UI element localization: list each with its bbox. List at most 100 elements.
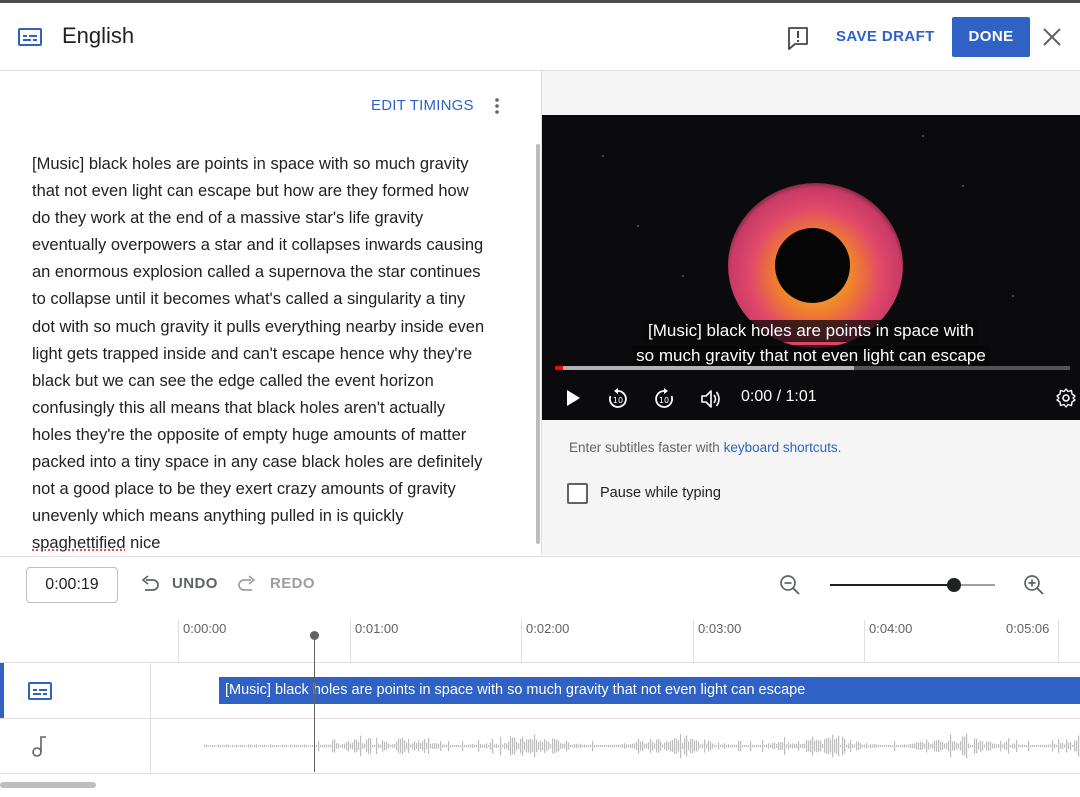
play-icon[interactable]	[562, 387, 584, 414]
waveform-bar	[1042, 744, 1044, 748]
waveform-bar	[842, 736, 844, 756]
preview-pane: [Music] black holes are points in space …	[542, 71, 1080, 555]
feedback-icon[interactable]	[786, 25, 810, 56]
waveform-bar	[390, 744, 392, 748]
waveform-bar	[398, 738, 400, 754]
waveform-bar	[352, 742, 354, 750]
waveform-bar	[764, 744, 766, 748]
waveform-bar	[330, 744, 332, 748]
waveform-bar	[638, 738, 640, 754]
waveform-bar	[242, 744, 244, 748]
waveform-bar	[646, 743, 648, 749]
misspelled-word[interactable]: spaghettified	[32, 534, 126, 552]
transcript-scrollbar[interactable]	[536, 144, 540, 544]
waveform-bar	[624, 743, 626, 749]
waveform-bar	[628, 744, 630, 748]
waveform-bar	[302, 745, 304, 747]
redo-button[interactable]: REDO	[270, 575, 315, 592]
waveform-bar	[758, 744, 760, 748]
music-note-icon	[30, 734, 50, 763]
waveform-bar	[998, 744, 1000, 748]
pause-while-typing-label[interactable]: Pause while typing	[600, 485, 721, 501]
waveform-bar	[240, 744, 242, 748]
edit-timings-button[interactable]: EDIT TIMINGS	[371, 97, 474, 114]
transcript-text-area[interactable]: [Music] black holes are points in space …	[32, 151, 507, 557]
waveform-bar	[914, 743, 916, 749]
timeline-scrollbar[interactable]	[0, 782, 96, 788]
timeline-ruler[interactable]: 0:00:00 0:01:00 0:02:00 0:03:00 0:04:00 0:05:…	[0, 612, 1080, 663]
ruler-tick-label: 0:05:06	[1006, 621, 1050, 636]
video-player[interactable]: [Music] black holes are points in space …	[542, 115, 1080, 420]
waveform-bar	[1012, 743, 1014, 749]
waveform-bar	[726, 744, 728, 748]
save-draft-button[interactable]: SAVE DRAFT	[836, 28, 935, 45]
waveform-bar	[536, 739, 538, 753]
keyboard-shortcuts-link[interactable]: keyboard shortcuts	[724, 440, 838, 455]
waveform-bar	[772, 743, 774, 749]
waveform-bar	[218, 744, 220, 748]
playhead[interactable]	[314, 635, 315, 772]
pause-while-typing-checkbox[interactable]	[567, 483, 588, 504]
waveform-bar	[924, 743, 926, 749]
waveform-bar	[996, 744, 998, 748]
waveform-bar	[652, 741, 654, 751]
waveform-bar	[708, 740, 710, 752]
waveform-bar	[430, 743, 432, 749]
zoom-in-icon[interactable]	[1022, 573, 1046, 602]
zoom-slider[interactable]	[830, 578, 995, 592]
waveform-bar	[620, 744, 622, 748]
video-progress-bar[interactable]	[555, 366, 1070, 370]
waveform-bar	[1056, 744, 1058, 748]
waveform-bar	[554, 738, 556, 754]
waveform-bar	[678, 740, 680, 752]
forward-10-icon[interactable]: 10	[652, 387, 676, 416]
subtitle-track-header[interactable]	[0, 663, 151, 718]
waveform-bar	[944, 743, 946, 749]
waveform-bar	[964, 736, 966, 756]
more-vert-icon[interactable]	[493, 97, 501, 120]
waveform-bar	[1004, 742, 1006, 750]
waveform-bar	[216, 745, 218, 747]
waveform-bar	[526, 739, 528, 753]
waveform-bar	[470, 744, 472, 748]
waveform-bar	[730, 744, 732, 748]
waveform-bar	[516, 741, 518, 751]
undo-icon[interactable]	[140, 574, 160, 599]
waveform-bar	[958, 743, 960, 749]
waveform-bar	[246, 745, 248, 747]
caption-line-1: [Music] black holes are points in space …	[644, 320, 978, 342]
redo-icon[interactable]	[237, 574, 257, 599]
zoom-slider-knob[interactable]	[946, 578, 961, 592]
transcript-line: do they work at the end of a massive sta…	[32, 209, 424, 228]
waveform-bar	[1026, 744, 1028, 748]
waveform-bar	[338, 743, 340, 749]
settings-icon[interactable]	[1055, 387, 1077, 414]
current-time-field[interactable]: 0:00:19	[26, 567, 118, 603]
waveform-bar	[514, 737, 516, 755]
replay-10-icon[interactable]: 10	[606, 387, 630, 416]
waveform-bar	[454, 744, 456, 748]
waveform-bar	[480, 743, 482, 749]
waveform-bar	[744, 744, 746, 748]
zoom-out-icon[interactable]	[778, 573, 802, 602]
waveform-bar	[614, 744, 616, 748]
star-dot	[682, 275, 684, 277]
waveform-bar	[950, 734, 952, 758]
waveform-bar	[426, 742, 428, 750]
close-icon[interactable]	[1042, 27, 1062, 52]
waveform-bar	[862, 744, 864, 748]
volume-icon[interactable]	[699, 387, 723, 416]
waveform-bar	[912, 743, 914, 749]
undo-button[interactable]: UNDO	[172, 575, 218, 592]
waveform-bar	[808, 740, 810, 752]
waveform-bar	[668, 742, 670, 750]
transcript-line: an enormous explosion called a supernova…	[32, 263, 481, 282]
waveform-bar	[606, 744, 608, 748]
waveform-bar	[448, 740, 450, 752]
done-button[interactable]: DONE	[952, 17, 1030, 57]
subtitle-block[interactable]: [Music] black holes are points in space …	[219, 677, 1080, 704]
waveform-bar	[490, 742, 492, 750]
waveform-bar	[984, 744, 986, 748]
transcript-line: dot with so much gravity it pulls everyt…	[32, 317, 485, 336]
waveform-bar	[546, 740, 548, 752]
